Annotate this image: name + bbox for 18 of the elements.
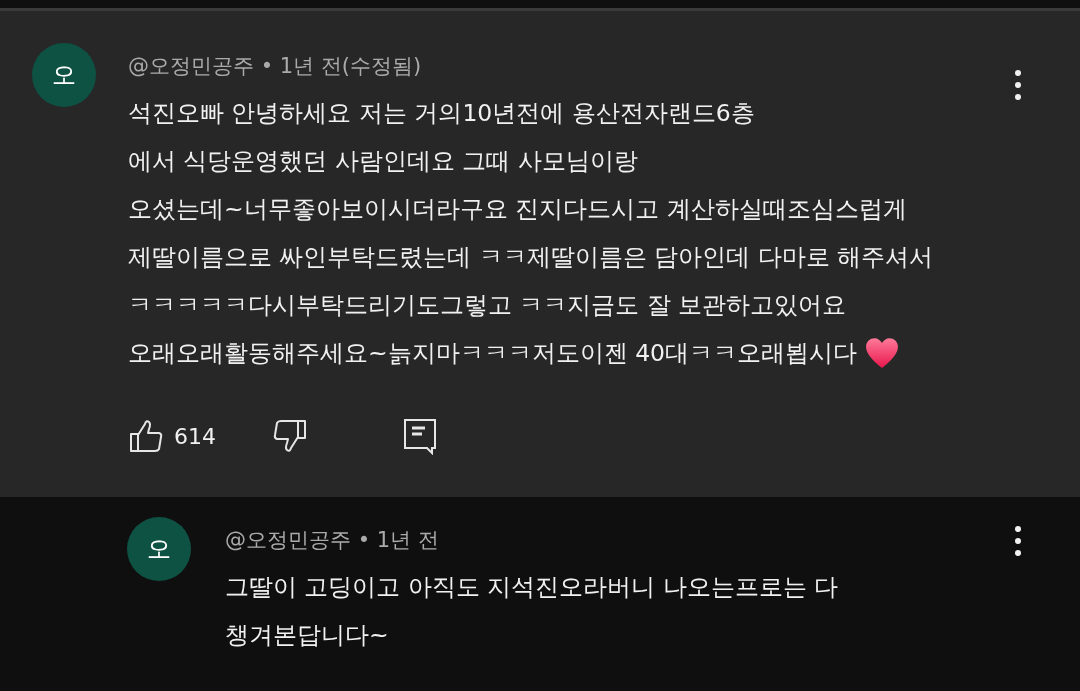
comment-text: 석진오빠 안녕하세요 저는 거의10년전에 용산전자랜드6층 — [128, 98, 755, 129]
comment-text: 챙겨본답니다~ — [225, 620, 389, 651]
dislike-button[interactable] — [272, 418, 308, 454]
comment-text: ㅋㅋㅋㅋㅋ다시부탁드리기도그렇고 ㅋㅋ지금도 잘 보관하고있어요 — [128, 290, 847, 321]
reply-button[interactable] — [402, 417, 438, 455]
comment-meta: @오정민공주 • 1년 전 — [225, 527, 439, 554]
comment-meta: @오정민공주 • 1년 전(수정됨) — [128, 53, 422, 80]
comment-text: 그딸이 고딩이고 아직도 지석진오라버니 나오는프로는 다 — [225, 572, 839, 603]
thumbs-up-icon — [128, 418, 164, 454]
avatar[interactable]: 오 — [32, 43, 96, 107]
like-button[interactable]: 614 — [128, 418, 216, 454]
avatar[interactable]: 오 — [127, 517, 191, 581]
more-options-icon[interactable] — [1014, 69, 1022, 101]
more-options-icon[interactable] — [1014, 525, 1022, 557]
comment-text: 오셨는데~너무좋아보이시더라구요 진지다드시고 계산하실때조심스럽게 — [128, 194, 907, 225]
comment-text: 제딸이름으로 싸인부탁드렸는데 ㅋㅋ제딸이름은 담아인데 다마로 해주셔서 — [128, 242, 934, 273]
comment-text: 오래오래활동해주세요~늙지마ㅋㅋㅋ저도이젠 40대ㅋㅋ오래뵙시다 — [128, 338, 858, 369]
comment-text: 에서 식당운영했던 사람인데요 그때 사모님이랑 — [128, 146, 638, 177]
